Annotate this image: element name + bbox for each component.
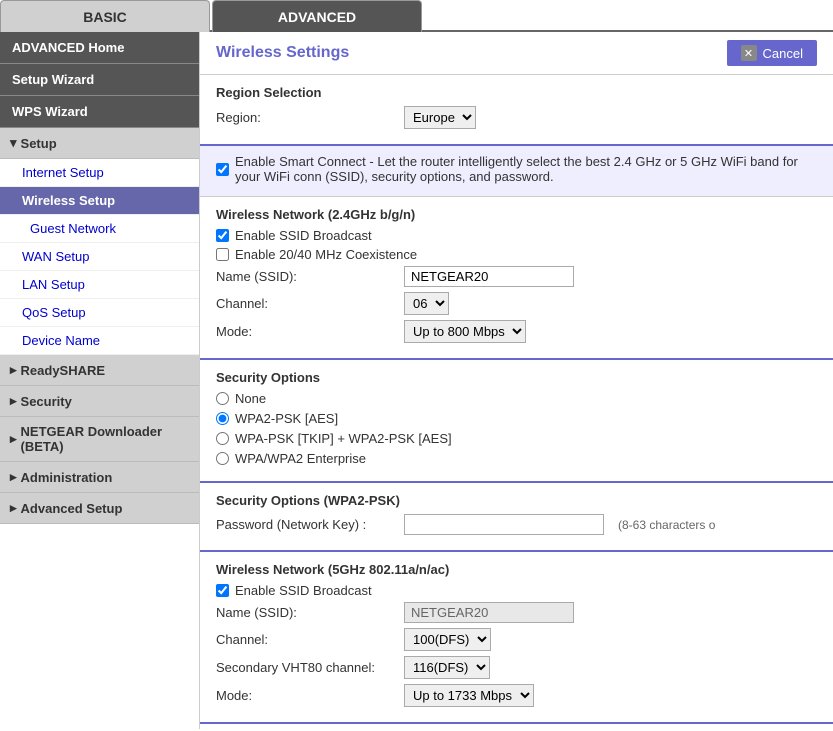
mode-5ghz-label: Mode: xyxy=(216,688,396,703)
wireless-5ghz-heading: Wireless Network (5GHz 802.11a/n/ac) xyxy=(216,562,817,577)
password-label: Password (Network Key) : xyxy=(216,517,396,532)
secondary-channel-select[interactable]: 116(DFS) xyxy=(404,656,490,679)
security-none-radio[interactable] xyxy=(216,392,229,405)
ssid-broadcast-5ghz-label: Enable SSID Broadcast xyxy=(235,583,372,598)
sidebar-item-internet-setup[interactable]: Internet Setup xyxy=(0,159,199,187)
sidebar-item-guest-network[interactable]: Guest Network xyxy=(0,215,199,243)
password-hint: (8-63 characters o xyxy=(618,518,715,532)
channel-select[interactable]: 06 xyxy=(404,292,449,315)
coexistence-row: Enable 20/40 MHz Coexistence xyxy=(216,247,817,262)
sidebar-item-wps-wizard[interactable]: WPS Wizard xyxy=(0,96,199,128)
security-options-5ghz-section: Security Options xyxy=(200,724,833,729)
chevron-right-icon: ▸ xyxy=(10,469,17,485)
smart-connect-section: Enable Smart Connect - Let the router in… xyxy=(200,146,833,197)
wireless-24-heading: Wireless Network (2.4GHz b/g/n) xyxy=(216,207,817,222)
security-wpa2-heading: Security Options (WPA2-PSK) xyxy=(216,493,817,508)
ssid-broadcast-5ghz-checkbox[interactable] xyxy=(216,584,229,597)
sidebar-item-wan-setup[interactable]: WAN Setup xyxy=(0,243,199,271)
tab-basic[interactable]: BASIC xyxy=(0,0,210,32)
wireless-5ghz-section: Wireless Network (5GHz 802.11a/n/ac) Ena… xyxy=(200,552,833,724)
security-enterprise-label: WPA/WPA2 Enterprise xyxy=(235,451,366,466)
chevron-down-icon: ▾ xyxy=(10,135,17,151)
security-none-label: None xyxy=(235,391,266,406)
ssid-name-5ghz-input[interactable] xyxy=(404,602,574,623)
cancel-button[interactable]: ✕ Cancel xyxy=(727,40,817,66)
coexistence-checkbox[interactable] xyxy=(216,248,229,261)
channel-row: Channel: 06 xyxy=(216,292,817,315)
security-enterprise-row: WPA/WPA2 Enterprise xyxy=(216,451,817,466)
mode-5ghz-select[interactable]: Up to 1733 Mbps xyxy=(404,684,534,707)
security-enterprise-radio[interactable] xyxy=(216,452,229,465)
content-area: Wireless Settings ✕ Cancel Region Select… xyxy=(200,32,833,729)
main-layout: ADVANCED Home Setup Wizard WPS Wizard ▾ … xyxy=(0,32,833,729)
sidebar: ADVANCED Home Setup Wizard WPS Wizard ▾ … xyxy=(0,32,200,729)
ssid-name-label: Name (SSID): xyxy=(216,269,396,284)
security-wpapsk-radio[interactable] xyxy=(216,432,229,445)
coexistence-label: Enable 20/40 MHz Coexistence xyxy=(235,247,417,262)
secondary-channel-label: Secondary VHT80 channel: xyxy=(216,660,396,675)
tab-bar: BASIC ADVANCED xyxy=(0,0,833,32)
close-icon: ✕ xyxy=(741,45,757,61)
sidebar-item-wireless-setup[interactable]: Wireless Setup xyxy=(0,187,199,215)
chevron-right-icon: ▸ xyxy=(10,500,17,516)
security-wpapsk-label: WPA-PSK [TKIP] + WPA2-PSK [AES] xyxy=(235,431,452,446)
ssid-broadcast-5ghz-row: Enable SSID Broadcast xyxy=(216,583,817,598)
sidebar-item-lan-setup[interactable]: LAN Setup xyxy=(0,271,199,299)
security-wpa2psk-label: WPA2-PSK [AES] xyxy=(235,411,338,426)
chevron-right-icon: ▸ xyxy=(10,393,17,409)
security-wpapsk-row: WPA-PSK [TKIP] + WPA2-PSK [AES] xyxy=(216,431,817,446)
sidebar-item-qos-setup[interactable]: QoS Setup xyxy=(0,299,199,327)
region-heading: Region Selection xyxy=(216,85,817,100)
sidebar-section-readyshare[interactable]: ▸ ReadySHARE xyxy=(0,355,199,386)
security-options-section: Security Options None WPA2-PSK [AES] WPA… xyxy=(200,360,833,483)
content-header: Wireless Settings ✕ Cancel xyxy=(200,32,833,75)
smart-connect-checkbox[interactable] xyxy=(216,163,229,176)
ssid-broadcast-row: Enable SSID Broadcast xyxy=(216,228,817,243)
smart-connect-row: Enable Smart Connect - Let the router in… xyxy=(216,154,817,184)
security-options-heading: Security Options xyxy=(216,370,817,385)
channel-5ghz-select[interactable]: 100(DFS) xyxy=(404,628,491,651)
ssid-name-5ghz-label: Name (SSID): xyxy=(216,605,396,620)
security-wpa2psk-radio[interactable] xyxy=(216,412,229,425)
page-title: Wireless Settings xyxy=(216,44,349,62)
ssid-name-row: Name (SSID): xyxy=(216,266,817,287)
tab-advanced[interactable]: ADVANCED xyxy=(212,0,422,32)
sidebar-section-security[interactable]: ▸ Security xyxy=(0,386,199,417)
chevron-right-icon: ▸ xyxy=(10,431,17,447)
wireless-24-section: Wireless Network (2.4GHz b/g/n) Enable S… xyxy=(200,197,833,360)
ssid-broadcast-checkbox[interactable] xyxy=(216,229,229,242)
mode-label: Mode: xyxy=(216,324,396,339)
ssid-broadcast-label: Enable SSID Broadcast xyxy=(235,228,372,243)
channel-5ghz-label: Channel: xyxy=(216,632,396,647)
chevron-right-icon: ▸ xyxy=(10,362,17,378)
sidebar-section-administration[interactable]: ▸ Administration xyxy=(0,462,199,493)
sidebar-item-advanced-home[interactable]: ADVANCED Home xyxy=(0,32,199,64)
mode-select[interactable]: Up to 800 Mbps xyxy=(404,320,526,343)
mode-5ghz-row: Mode: Up to 1733 Mbps xyxy=(216,684,817,707)
sidebar-section-setup[interactable]: ▾ Setup xyxy=(0,128,199,159)
mode-row: Mode: Up to 800 Mbps xyxy=(216,320,817,343)
security-wpa2psk-row: WPA2-PSK [AES] xyxy=(216,411,817,426)
channel-5ghz-row: Channel: 100(DFS) xyxy=(216,628,817,651)
channel-label: Channel: xyxy=(216,296,396,311)
sidebar-item-device-name[interactable]: Device Name xyxy=(0,327,199,355)
region-select[interactable]: Europe xyxy=(404,106,476,129)
secondary-channel-row: Secondary VHT80 channel: 116(DFS) xyxy=(216,656,817,679)
region-section: Region Selection Region: Europe xyxy=(200,75,833,146)
smart-connect-label: Enable Smart Connect - Let the router in… xyxy=(235,154,817,184)
sidebar-section-advanced-setup[interactable]: ▸ Advanced Setup xyxy=(0,493,199,524)
security-wpa2-section: Security Options (WPA2-PSK) Password (Ne… xyxy=(200,483,833,552)
sidebar-section-netgear[interactable]: ▸ NETGEAR Downloader (BETA) xyxy=(0,417,199,462)
ssid-name-input[interactable] xyxy=(404,266,574,287)
region-row: Region: Europe xyxy=(216,106,817,129)
ssid-name-5ghz-row: Name (SSID): xyxy=(216,602,817,623)
sidebar-item-setup-wizard[interactable]: Setup Wizard xyxy=(0,64,199,96)
password-input[interactable] xyxy=(404,514,604,535)
security-none-row: None xyxy=(216,391,817,406)
password-row: Password (Network Key) : (8-63 character… xyxy=(216,514,817,535)
region-label: Region: xyxy=(216,110,396,125)
